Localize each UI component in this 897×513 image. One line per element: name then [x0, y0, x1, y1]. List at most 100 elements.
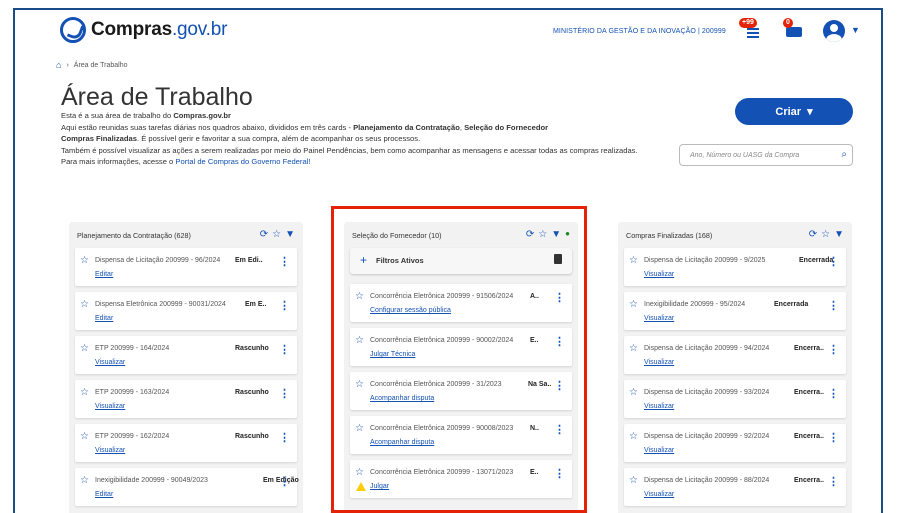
kebab-menu-icon[interactable]: ⋮ — [279, 431, 290, 444]
purchase-card[interactable]: ☆ ETP 200999 - 164/2024 Rascunho ⋮ Visualiza… — [75, 336, 297, 374]
card-action-link[interactable]: Visualizar — [644, 491, 674, 498]
card-title: Inexigibilidade 200999 - 90049/2023 — [95, 477, 208, 484]
ministry-label[interactable]: MINISTÉRIO DA GESTÃO E DA INOVAÇÃO | 200… — [553, 28, 726, 35]
favorite-star-icon[interactable]: ☆ — [629, 475, 638, 486]
card-status: Encerra.. — [794, 345, 824, 352]
notifications-badge: +99 — [739, 18, 757, 28]
purchase-card[interactable]: ☆ Dispensa de Licitação 200999 - 94/2024 E… — [624, 336, 846, 374]
card-action-link[interactable]: Visualizar — [644, 447, 674, 454]
card-title: Dispensa de Licitação 200999 - 96/2024 — [95, 257, 221, 264]
card-status: Encerra.. — [794, 477, 824, 484]
filter-icon[interactable]: ▼ — [834, 229, 844, 240]
card-action-link[interactable]: Editar — [95, 271, 113, 278]
purchase-card[interactable]: ☆ ETP 200999 - 163/2024 Rascunho ⋮ Visualiza… — [75, 380, 297, 418]
kebab-menu-icon[interactable]: ⋮ — [828, 299, 839, 312]
column-planejamento: Planejamento da Contratação (628) ⟳ ☆ ▼ ☆ D… — [69, 222, 303, 513]
home-icon[interactable]: ⌂ — [56, 60, 61, 70]
card-status: Em E.. — [245, 301, 267, 308]
purchase-card[interactable]: ☆ Inexigibilidade 200999 - 90049/2023 Em E… — [75, 468, 299, 506]
filter-icon[interactable]: ▼ — [285, 229, 295, 240]
logo-icon — [60, 17, 86, 43]
purchase-card[interactable]: ☆ Dispensa de Licitação 200999 - 92/2024 E… — [624, 424, 846, 462]
card-action-link[interactable]: Visualizar — [95, 403, 125, 410]
card-status: Rascunho — [235, 389, 269, 396]
card-action-link[interactable]: Editar — [95, 315, 113, 322]
purchase-card[interactable]: ☆ Dispensa de Licitação 200999 - 93/2024 E… — [624, 380, 846, 418]
search-input[interactable]: Ano, Número ou UASG da Compra ⌕ — [679, 144, 853, 166]
card-action-link[interactable]: Visualizar — [644, 403, 674, 410]
card-title: ETP 200999 - 164/2024 — [95, 345, 170, 352]
kebab-menu-icon[interactable]: ⋮ — [279, 343, 290, 356]
kebab-menu-icon[interactable]: ⋮ — [828, 475, 839, 488]
card-status: Rascunho — [235, 345, 269, 352]
card-action-link[interactable]: Visualizar — [95, 359, 125, 366]
compras-logo[interactable]: Compras.gov.br — [60, 17, 227, 43]
card-action-link[interactable]: Visualizar — [644, 359, 674, 366]
card-status: Encerrada — [774, 301, 809, 308]
kebab-menu-icon[interactable]: ⋮ — [279, 387, 290, 400]
card-title: Dispensa de Licitação 200999 - 9/2025 — [644, 257, 766, 264]
purchase-card[interactable]: ☆ ETP 200999 - 162/2024 Rascunho ⋮ Visualiza… — [75, 424, 297, 462]
breadcrumb: ⌂ › Área de Trabalho — [56, 60, 127, 70]
logo-text: Compras.gov.br — [91, 19, 228, 40]
favorite-star-icon[interactable]: ☆ — [629, 299, 638, 310]
card-title: ETP 200999 - 163/2024 — [95, 389, 170, 396]
column-header: Planejamento da Contratação (628) ⟳ ☆ ▼ — [69, 222, 303, 248]
favorite-star-icon[interactable]: ☆ — [629, 431, 638, 442]
kebab-menu-icon[interactable]: ⋮ — [279, 255, 290, 268]
user-avatar-icon[interactable] — [823, 20, 845, 42]
kebab-menu-icon[interactable]: ⋮ — [828, 343, 839, 356]
refresh-icon[interactable]: ⟳ — [809, 229, 817, 240]
messages-button[interactable]: 0 — [783, 18, 805, 40]
search-icon[interactable]: ⌕ — [841, 149, 847, 160]
breadcrumb-separator: › — [66, 61, 69, 69]
favorite-star-icon[interactable]: ☆ — [629, 387, 638, 398]
card-title: Dispensa de Licitação 200999 - 93/2024 — [644, 389, 770, 396]
column-finalizadas: Compras Finalizadas (168) ⟳ ☆ ▼ ☆ Dispensa … — [618, 222, 852, 513]
chevron-down-icon[interactable]: ▼ — [851, 25, 860, 35]
card-action-link[interactable]: Visualizar — [644, 315, 674, 322]
card-title: Dispensa de Licitação 200999 - 92/2024 — [644, 433, 770, 440]
favorite-star-icon[interactable]: ☆ — [80, 255, 89, 266]
purchase-card[interactable]: ☆ Inexigibilidade 200999 - 95/2024 Encerra… — [624, 292, 846, 330]
purchase-card[interactable]: ☆ Dispensa de Licitação 200999 - 88/2024 E… — [624, 468, 846, 506]
card-status: Encerra.. — [794, 433, 824, 440]
kebab-menu-icon[interactable]: ⋮ — [828, 387, 839, 400]
page-title: Área de Trabalho — [61, 83, 253, 111]
favorite-star-icon[interactable]: ☆ — [629, 255, 638, 266]
purchase-card[interactable]: ☆ Dispensa de Licitação 200999 - 9/2025 En… — [624, 248, 846, 286]
top-bar: Compras.gov.br MINISTÉRIO DA GESTÃO E DA… — [15, 10, 881, 56]
kebab-menu-icon[interactable]: ⋮ — [828, 255, 839, 268]
notifications-button[interactable]: +99 — [739, 18, 765, 40]
card-action-link[interactable]: Editar — [95, 491, 113, 498]
favorite-star-icon[interactable]: ☆ — [629, 343, 638, 354]
star-icon[interactable]: ☆ — [272, 229, 281, 240]
purchase-card[interactable]: ☆ Dispensa Eletrônica 200999 - 90031/2024… — [75, 292, 297, 330]
favorite-star-icon[interactable]: ☆ — [80, 387, 89, 398]
card-action-link[interactable]: Visualizar — [644, 271, 674, 278]
card-title: ETP 200999 - 162/2024 — [95, 433, 170, 440]
column-header: Compras Finalizadas (168) ⟳ ☆ ▼ — [618, 222, 852, 248]
messages-badge: 0 — [783, 18, 793, 28]
card-title: Dispensa de Licitação 200999 - 94/2024 — [644, 345, 770, 352]
criar-button[interactable]: Criar ▾ — [735, 98, 853, 125]
favorite-star-icon[interactable]: ☆ — [80, 299, 89, 310]
card-status: Rascunho — [235, 433, 269, 440]
refresh-icon[interactable]: ⟳ — [260, 229, 268, 240]
card-status: Em Edi.. — [235, 257, 263, 264]
kebab-menu-icon[interactable]: ⋮ — [279, 299, 290, 312]
caret-down-icon: ▾ — [807, 106, 813, 118]
portal-link[interactable]: Portal de Compras do Governo Federal! — [175, 157, 310, 166]
favorite-star-icon[interactable]: ☆ — [80, 343, 89, 354]
kebab-menu-icon[interactable]: ⋮ — [828, 431, 839, 444]
favorite-star-icon[interactable]: ☆ — [80, 431, 89, 442]
kebab-menu-icon[interactable]: ⋮ — [279, 475, 290, 488]
card-title: Dispensa Eletrônica 200999 - 90031/2024 — [95, 301, 226, 308]
card-action-link[interactable]: Visualizar — [95, 447, 125, 454]
card-status: Encerra.. — [794, 389, 824, 396]
purchase-card[interactable]: ☆ Dispensa de Licitação 200999 - 96/2024 E… — [75, 248, 297, 286]
highlight-box — [331, 206, 587, 513]
intro-text: Esta é a sua área de trabalho do Compras… — [61, 111, 638, 166]
favorite-star-icon[interactable]: ☆ — [80, 475, 89, 486]
star-icon[interactable]: ☆ — [821, 229, 830, 240]
